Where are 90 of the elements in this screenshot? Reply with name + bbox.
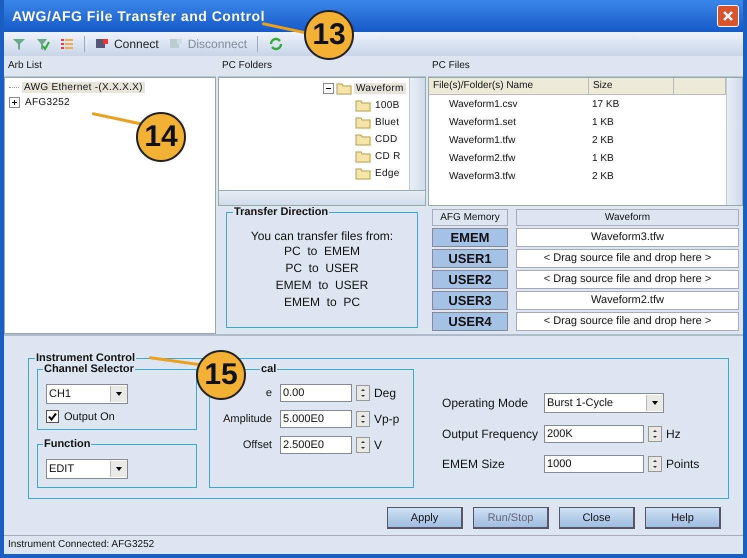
expand-toggle[interactable] [323,83,334,94]
folder-item[interactable]: Waveform [354,83,406,94]
close-icon [722,10,734,22]
function-dropdown[interactable]: EDIT [46,459,128,479]
folder-icon [355,116,371,129]
horizontal-scrollbar[interactable] [218,191,426,206]
field-label: Amplitude [222,413,273,425]
folder-icon [355,99,371,112]
expand-toggle[interactable] [9,97,20,108]
column-header: Waveform [516,209,739,226]
channel-dropdown[interactable]: CH1 [46,384,128,404]
drop-target[interactable]: Waveform2.tfw [516,291,739,310]
info-text: PC to EMEM [282,243,361,260]
column-header[interactable]: Size [589,78,674,94]
tree-item[interactable]: AFG3252 [23,97,72,108]
file-size: 2 KB [591,134,615,146]
group-title: Instrument Control [35,352,136,364]
folder-icon [336,82,352,95]
list-icon[interactable] [60,37,74,51]
drop-target[interactable]: Waveform3.tfw [516,228,739,247]
action-button[interactable]: Apply [387,507,463,529]
field-label: Operating Mode [442,396,530,410]
unit-label: V [374,438,382,452]
folder-icon [355,167,371,180]
unit-label: Deg [374,386,396,400]
info-text: EMEM to PC [282,294,361,311]
spin-field[interactable]: 5.000E0 [280,410,352,428]
toolbar-button[interactable]: Connect [95,37,159,51]
action-button[interactable]: Close [559,507,635,529]
spin-arrows-icon[interactable] [648,456,662,472]
column-header[interactable]: File(s)/Folder(s) Name [429,78,589,94]
drop-target[interactable]: < Drag source file and drop here > [516,249,739,268]
group-title: cal [260,363,278,375]
filter-check-icon[interactable] [36,37,50,51]
info-text: You can transfer files from: [250,229,394,243]
mode-dropdown[interactable]: Burst 1-Cycle [544,393,664,413]
drop-target[interactable]: < Drag source file and drop here > [516,312,739,331]
field-label: Output Frequency [442,427,540,441]
file-name[interactable]: Waveform3.tfw [429,170,588,182]
folder-item[interactable]: CDD [373,134,400,145]
unit-label: Points [666,457,700,471]
memory-slot-label: USER2 [432,270,508,289]
file-size: 2 KB [591,170,615,182]
spin-field[interactable]: 0.00 [280,384,352,402]
unit-label: Hz [666,427,681,441]
info-text: EMEM to USER [274,277,370,294]
memory-slot-label: EMEM [432,228,508,247]
folder-item[interactable]: Bluet [373,117,402,128]
group-title: Transfer Direction [233,206,330,218]
vertical-scrollbar[interactable] [409,78,425,190]
spin-field[interactable]: 1000 [544,455,644,473]
checkbox-label: Output On [64,410,115,422]
group-title: Channel Selector [43,363,135,375]
memory-slot-label: USER3 [432,291,508,310]
folder-item[interactable]: Edge [373,168,402,179]
close-button[interactable] [717,5,739,27]
vertical-scrollbar[interactable] [726,78,742,205]
column-header: AFG Memory [432,209,508,226]
window-title: AWG/AFG File Transfer and Control [12,8,265,24]
spin-arrows-icon[interactable] [648,426,662,442]
file-size: 1 KB [591,116,615,128]
refresh-icon[interactable] [268,36,284,52]
file-name[interactable]: Waveform1.csv [429,98,588,110]
action-button[interactable]: Help [645,507,721,529]
field-label: EMEM Size [442,457,506,471]
field-label: e [264,387,273,399]
tree-item[interactable]: AWG Ethernet -(X.X.X.X) [22,82,145,93]
memory-slot-label: USER4 [432,312,508,331]
unit-label: Vp-p [374,412,400,426]
file-name[interactable]: Waveform1.tfw [429,134,588,146]
info-text: PC to USER [284,260,360,277]
drop-target[interactable]: < Drag source file and drop here > [516,270,739,289]
file-name[interactable]: Waveform1.set [429,116,588,128]
file-size: 1 KB [591,152,615,164]
spin-arrows-icon[interactable] [356,411,370,427]
output-checkbox[interactable] [46,410,59,423]
callout-badge: 15 [196,350,246,400]
memory-slot-label: USER1 [432,249,508,268]
file-size: 17 KB [591,98,620,110]
folder-icon [355,150,371,163]
field-label: Offset [242,439,273,451]
group-title: Function [43,438,92,450]
folder-icon [355,133,371,146]
file-name[interactable]: Waveform2.tfw [429,152,588,164]
spin-field[interactable]: 2.500E0 [280,436,352,454]
folder-item[interactable]: 100B [373,100,402,111]
spin-arrows-icon[interactable] [356,437,370,453]
spin-field[interactable]: 200K [544,425,644,443]
spin-arrows-icon[interactable] [356,385,370,401]
folder-item[interactable]: CD R [373,151,403,162]
